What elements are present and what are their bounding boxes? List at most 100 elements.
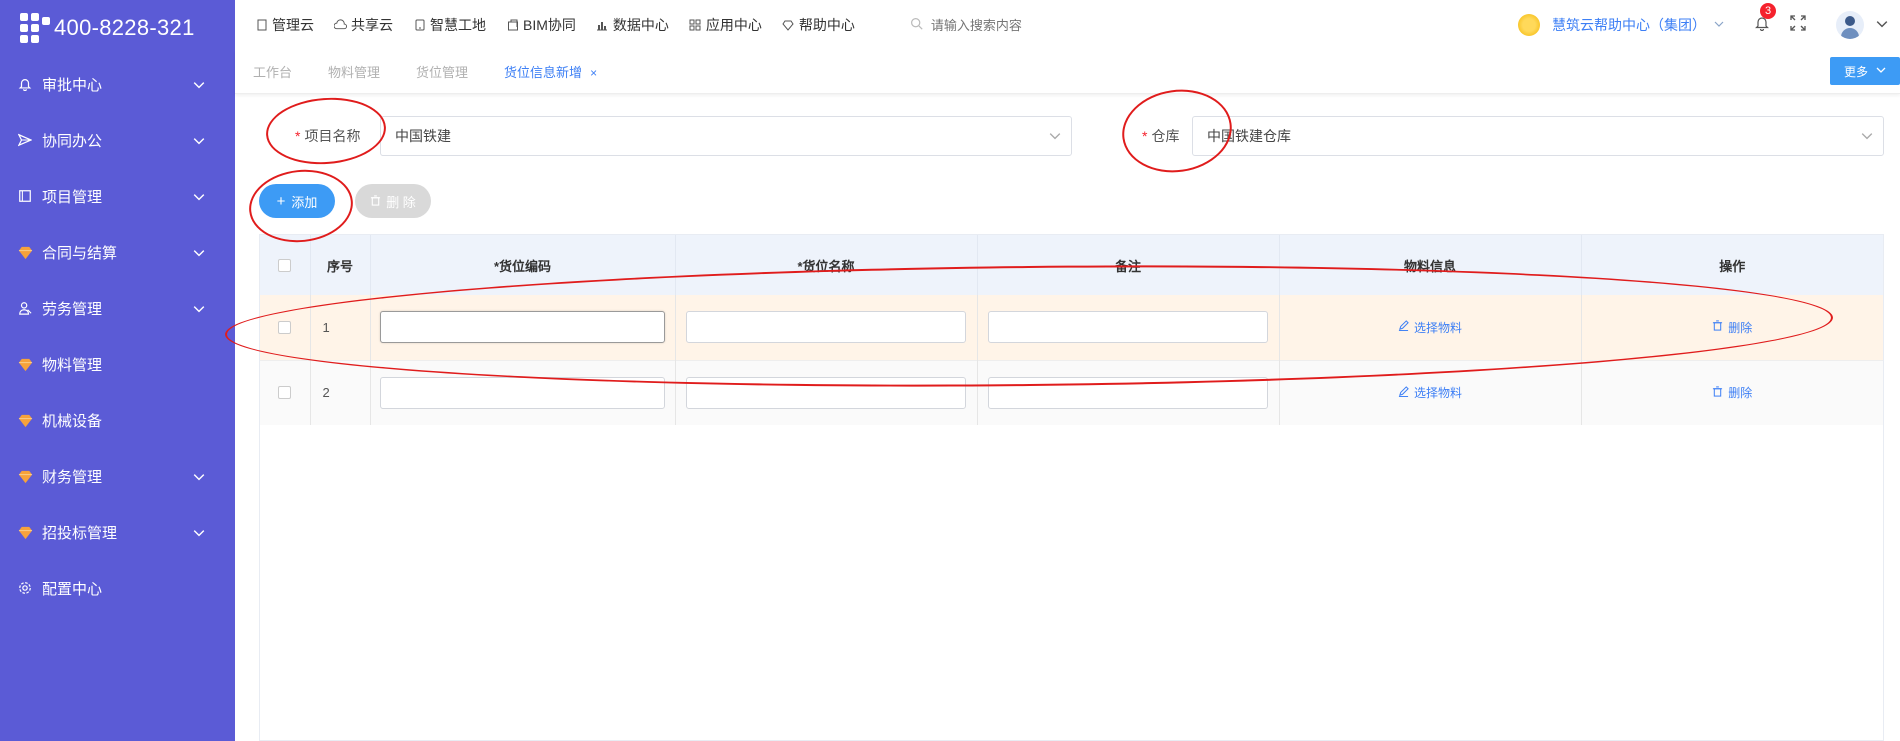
row-checkbox[interactable]: [278, 386, 292, 400]
tab-0[interactable]: 工作台: [235, 62, 310, 81]
more-button[interactable]: 更多: [1830, 57, 1900, 85]
material-cell: 选择物料: [1279, 360, 1582, 425]
org-name: 慧筑云帮助中心（集团）: [1552, 17, 1706, 33]
top-nav-item-label: BIM协同: [523, 17, 576, 33]
top-nav-item-label: 共享云: [351, 17, 393, 33]
sidebar-item-label: 物料管理: [42, 356, 103, 374]
sidebar-item-1[interactable]: 协同办公: [0, 112, 235, 168]
sidebar-item-label: 劳务管理: [42, 300, 103, 318]
column-header-material: 物料信息: [1279, 235, 1582, 295]
location-name-input[interactable]: [686, 311, 966, 344]
sidebar-item-5[interactable]: 物料管理: [0, 336, 235, 392]
fullscreen-button[interactable]: [1790, 15, 1806, 35]
book-icon: [16, 187, 34, 205]
logo[interactable]: 400-8228-321: [0, 0, 235, 56]
row-checkbox[interactable]: [278, 320, 292, 334]
sidebar-item-label: 财务管理: [42, 468, 103, 486]
top-nav-item-label: 帮助中心: [798, 17, 855, 33]
remark-cell: [977, 360, 1280, 425]
sidebar-item-7[interactable]: 财务管理: [0, 448, 235, 504]
cloud-icon: [334, 19, 347, 32]
top-nav-item-label: 数据中心: [612, 17, 669, 33]
edit-icon: [1398, 385, 1409, 400]
search-input[interactable]: [930, 17, 1131, 33]
location-code-input[interactable]: [380, 311, 665, 344]
table-header-row: 序号 *货位编码 *货位名称 备注 物料信息 操作: [260, 235, 1883, 295]
top-nav-item-4[interactable]: 数据中心: [596, 15, 669, 35]
row-select-cell[interactable]: [260, 295, 311, 360]
tab-label: 货位信息新增: [504, 65, 583, 80]
column-header-operation: 操作: [1719, 258, 1746, 274]
chevron-down-icon: [193, 78, 205, 90]
sidebar-nav: 审批中心 协同办公项目管理合同与结算劳务管理物料管理机械设备财务管理招投标管理 配置…: [0, 56, 235, 616]
tab-bar: 工作台 物料管理 货位管理 货位信息新增 × 更多: [235, 50, 1900, 94]
diamond-icon: [782, 19, 795, 32]
top-nav-item-2[interactable]: 智慧工地: [413, 15, 486, 35]
sidebar-item-9[interactable]: 配置中心: [0, 560, 235, 616]
select-all-header[interactable]: [260, 235, 311, 295]
phone-icon: [413, 19, 426, 32]
close-icon[interactable]: ×: [590, 66, 597, 80]
search-icon: [910, 17, 923, 33]
chevron-down-icon: [1049, 129, 1061, 145]
row-delete-link[interactable]: 删除: [1582, 384, 1884, 401]
bell-icon: [1754, 16, 1770, 35]
tab-label: 货位管理: [416, 65, 469, 80]
tab-1[interactable]: 物料管理: [310, 62, 398, 81]
select-all-checkbox[interactable]: [278, 258, 292, 272]
main-content: * 项目名称 中国铁建 * 仓库 中国铁建仓库 + 添加 删 除 序号 *货位编…: [235, 94, 1900, 741]
warehouse-select[interactable]: 中国铁建仓库: [1192, 116, 1884, 156]
sidebar-item-0[interactable]: 审批中心: [0, 56, 235, 112]
top-nav-item-5[interactable]: 应用中心: [689, 15, 762, 35]
remark-input[interactable]: [988, 311, 1268, 344]
gem-icon: [16, 467, 34, 485]
chevron-down-icon: [1714, 19, 1724, 32]
chevron-down-icon: [193, 134, 205, 146]
select-material-link[interactable]: 选择物料: [1280, 319, 1581, 336]
notification-button[interactable]: 3: [1754, 2, 1776, 36]
top-nav-item-6[interactable]: 帮助中心: [782, 15, 855, 35]
table-row: 1 选择物料 删除: [260, 295, 1883, 360]
name-cell: [675, 360, 978, 425]
trash-icon: [1712, 320, 1723, 334]
worker-icon: [16, 299, 34, 317]
logo-icon: [20, 13, 50, 43]
delete-button[interactable]: 删 除: [355, 184, 431, 218]
remark-input[interactable]: [988, 376, 1268, 409]
chevron-down-icon: [193, 190, 205, 202]
sidebar-item-3[interactable]: 合同与结算: [0, 224, 235, 280]
avatar[interactable]: [1836, 11, 1864, 39]
code-cell: [370, 295, 676, 360]
tab-3[interactable]: 货位信息新增 ×: [486, 62, 615, 81]
sidebar-item-2[interactable]: 项目管理: [0, 168, 235, 224]
add-button[interactable]: + 添加: [259, 184, 335, 218]
top-nav-item-0[interactable]: 管理云: [255, 15, 314, 35]
sidebar-item-label: 项目管理: [42, 188, 103, 206]
file-icon: [255, 19, 268, 32]
gem-icon: [16, 411, 34, 429]
sidebar-item-8[interactable]: 招投标管理: [0, 504, 235, 560]
gem-icon: [16, 523, 34, 541]
select-material-link[interactable]: 选择物料: [1280, 384, 1581, 401]
sidebar-item-6[interactable]: 机械设备: [0, 392, 235, 448]
location-code-input[interactable]: [380, 376, 665, 409]
search-box[interactable]: [910, 17, 1131, 33]
sidebar-item-4[interactable]: 劳务管理: [0, 280, 235, 336]
location-table: 序号 *货位编码 *货位名称 备注 物料信息 操作 1 选择物料 删除 2 选择物料 删除: [259, 234, 1884, 741]
grid-icon: [689, 19, 702, 32]
chevron-down-icon: [193, 246, 205, 258]
top-nav-item-1[interactable]: 共享云: [334, 15, 393, 35]
location-name-input[interactable]: [686, 376, 966, 409]
project-select[interactable]: 中国铁建: [380, 116, 1072, 156]
tab-2[interactable]: 货位管理: [398, 62, 486, 81]
more-button-label: 更多: [1843, 64, 1868, 79]
org-switcher[interactable]: 慧筑云帮助中心（集团）: [1518, 14, 1724, 36]
user-menu-chevron-icon[interactable]: [1876, 17, 1888, 33]
row-select-cell[interactable]: [260, 360, 311, 425]
sidebar: 400-8228-321 审批中心 协同办公项目管理合同与结算劳务管理物料管理机械…: [0, 0, 235, 741]
top-nav-item-3[interactable]: BIM协同: [506, 15, 576, 35]
sidebar-item-label: 机械设备: [42, 412, 103, 430]
warehouse-select-value: 中国铁建仓库: [1207, 128, 1291, 144]
top-nav-item-label: 管理云: [272, 17, 314, 33]
row-delete-link[interactable]: 删除: [1582, 319, 1884, 336]
